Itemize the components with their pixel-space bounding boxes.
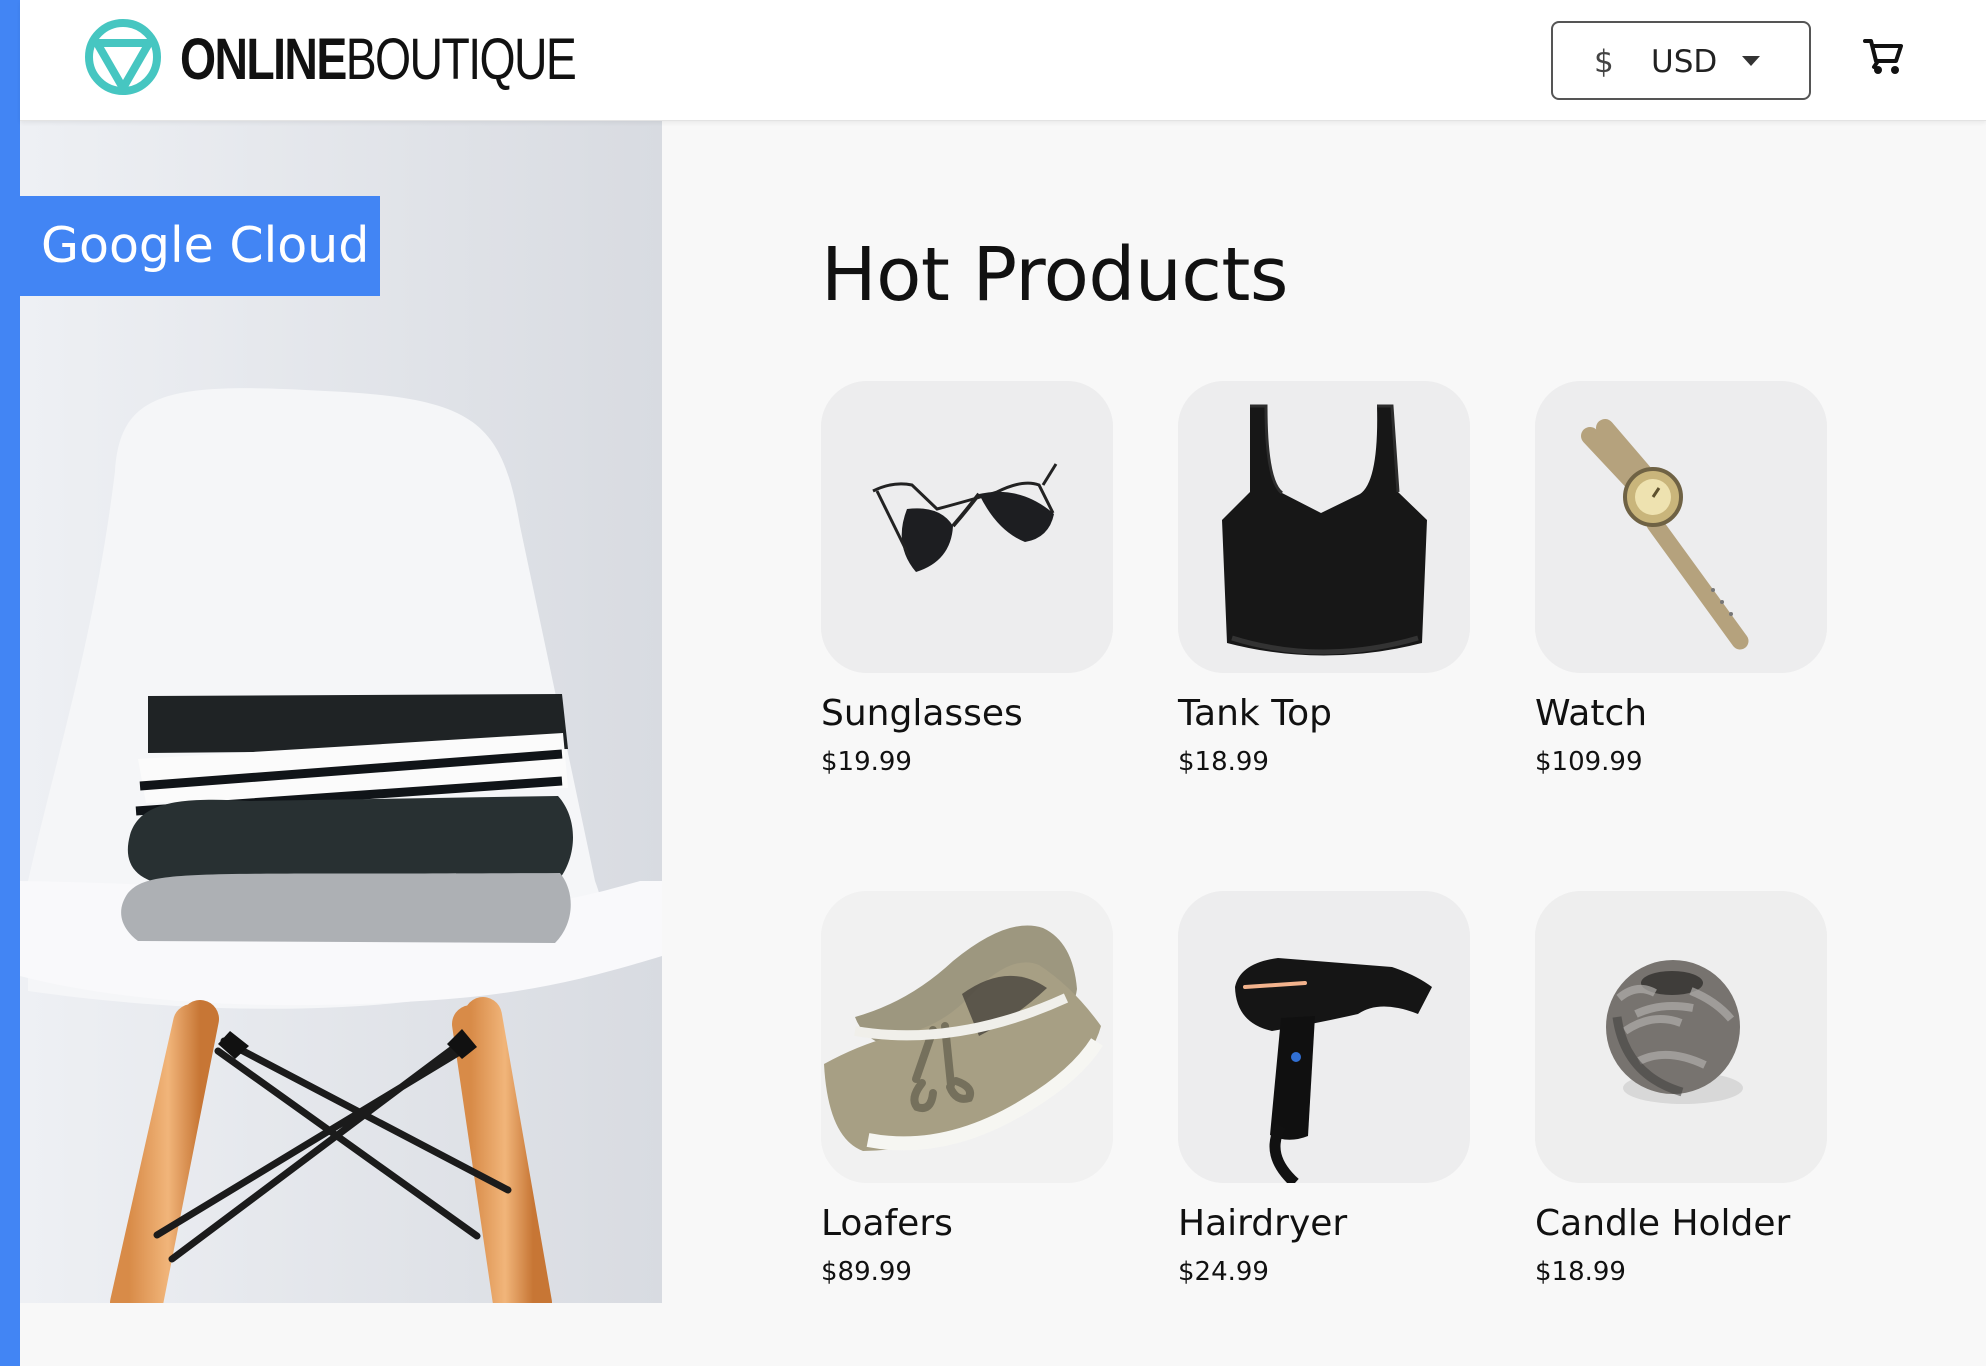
- product-name: Candle Holder: [1535, 1203, 1791, 1244]
- currency-symbol: $: [1594, 44, 1614, 80]
- chevron-down-icon: [1742, 56, 1760, 66]
- left-accent-bar: [0, 0, 20, 1366]
- tank-top-image: [1178, 381, 1470, 673]
- top-header: ONLINEBOUTIQUE $ USD: [20, 0, 1986, 121]
- sunglasses-image: [821, 381, 1113, 673]
- currency-selector[interactable]: $ USD: [1551, 21, 1811, 100]
- product-card-sunglasses[interactable]: Sunglasses $19.99: [821, 381, 1121, 801]
- hairdryer-image: [1178, 891, 1470, 1183]
- currency-code: USD: [1651, 44, 1718, 80]
- product-price: $18.99: [1535, 1257, 1626, 1287]
- product-name: Sunglasses: [821, 693, 1023, 734]
- watch-image: [1535, 381, 1827, 673]
- product-card-candle-holder[interactable]: Candle Holder $18.99: [1535, 891, 1835, 1311]
- product-price: $89.99: [821, 1257, 912, 1287]
- product-price: $109.99: [1535, 747, 1643, 777]
- product-name: Tank Top: [1178, 693, 1332, 734]
- product-card-tank-top[interactable]: Tank Top $18.99: [1178, 381, 1478, 801]
- product-name: Hairdryer: [1178, 1203, 1348, 1244]
- hero-image-panel: [20, 121, 662, 1303]
- online-boutique-logo-link[interactable]: ONLINEBOUTIQUE: [84, 18, 674, 102]
- product-card-watch[interactable]: Watch $109.99: [1535, 381, 1835, 801]
- brand-name: ONLINEBOUTIQUE: [180, 31, 577, 89]
- product-price: $24.99: [1178, 1257, 1269, 1287]
- product-name: Loafers: [821, 1203, 953, 1244]
- loafers-image: [821, 891, 1113, 1183]
- candle-holder-image: [1535, 891, 1827, 1183]
- product-price: $19.99: [821, 747, 912, 777]
- product-name: Watch: [1535, 693, 1648, 734]
- page-title: Hot Products: [821, 232, 1288, 318]
- page-bottom-space: [20, 1303, 1986, 1366]
- brand-boutique-text: BOUTIQUE: [345, 27, 577, 92]
- logo-icon: [85, 19, 161, 95]
- brand-online-text: ONLINE: [180, 27, 347, 92]
- product-card-loafers[interactable]: Loafers $89.99: [821, 891, 1121, 1311]
- google-cloud-badge: Google Cloud: [20, 196, 380, 296]
- chair-with-folded-clothes-image: [20, 121, 662, 1303]
- cart-icon[interactable]: [1858, 31, 1906, 79]
- product-card-hairdryer[interactable]: Hairdryer $24.99: [1178, 891, 1478, 1311]
- product-price: $18.99: [1178, 747, 1269, 777]
